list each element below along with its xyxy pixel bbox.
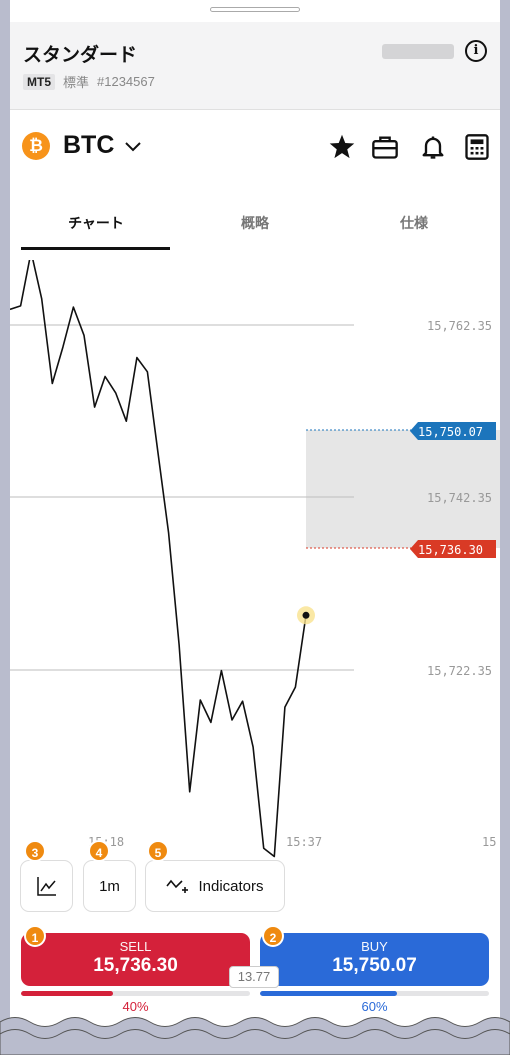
- tab-overview[interactable]: 概略: [180, 213, 330, 233]
- account-title: スタンダード: [23, 45, 138, 66]
- step-badge-4: 4: [88, 840, 110, 862]
- step-badge-3: 3: [24, 840, 46, 862]
- tab-bar: チャート 概略 仕様: [10, 205, 500, 251]
- price-label: 15,742.35: [427, 491, 492, 505]
- time-label: 15:37: [286, 835, 322, 849]
- timeframe-button[interactable]: 1m: [83, 860, 136, 912]
- last-price-point: [302, 611, 310, 619]
- price-label: 15,722.35: [427, 664, 492, 678]
- account-header: スタンダード MT5 標準 #1234567 i: [10, 22, 500, 110]
- chevron-down-icon[interactable]: [123, 136, 143, 156]
- sell-sentiment-fill: [21, 991, 113, 996]
- sell-price: 15,736.30: [93, 955, 178, 976]
- tab-chart[interactable]: チャート: [21, 213, 171, 233]
- indicators-label: Indicators: [198, 877, 264, 895]
- bell-icon[interactable]: [419, 133, 447, 161]
- drag-handle[interactable]: [210, 7, 300, 12]
- step-badge-5: 5: [147, 840, 169, 862]
- active-tab-indicator: [21, 247, 170, 250]
- buy-sentiment-fill: [260, 991, 398, 996]
- indicator-add-icon: [166, 879, 189, 893]
- buy-button[interactable]: BUY 15,750.07: [260, 933, 489, 986]
- price-series-line: [10, 260, 307, 858]
- chart-type-button[interactable]: [20, 860, 73, 912]
- star-icon[interactable]: [328, 133, 356, 161]
- platform-badge: MT5: [23, 73, 55, 90]
- indicators-button[interactable]: Indicators: [145, 860, 285, 912]
- time-label: 15: [482, 835, 496, 849]
- spread-zone: [306, 430, 500, 548]
- sell-label: SELL: [119, 939, 152, 954]
- account-type: 標準: [63, 75, 90, 90]
- info-icon[interactable]: i: [465, 40, 487, 62]
- step-badge-1: 1: [24, 925, 46, 947]
- sell-button[interactable]: SELL 15,736.30: [21, 933, 250, 986]
- symbol-name[interactable]: BTC: [63, 131, 114, 160]
- torn-edge: [0, 1017, 510, 1055]
- price-chart[interactable]: 15,762.35 15,742.35 15,722.35 15,750.07 …: [10, 260, 500, 860]
- buy-price: 15,750.07: [332, 955, 417, 976]
- step-badge-2: 2: [262, 925, 284, 947]
- bitcoin-icon: ₿: [22, 132, 50, 160]
- account-subtitle: MT5 標準 #1234567: [23, 72, 155, 91]
- ask-price-label: 15,750.07: [418, 425, 483, 439]
- buy-label: BUY: [361, 939, 388, 954]
- price-label: 15,762.35: [427, 319, 492, 333]
- symbol-row: ₿ BTC: [10, 126, 500, 170]
- hidden-balance: [382, 44, 454, 59]
- account-number: #1234567: [97, 74, 155, 89]
- sell-sentiment-bar: [21, 991, 250, 996]
- tab-specs[interactable]: 仕様: [339, 213, 489, 233]
- line-chart-icon: [36, 877, 56, 896]
- bid-price-label: 15,736.30: [418, 543, 483, 557]
- buy-sentiment-bar: [260, 991, 489, 996]
- timeframe-label: 1m: [99, 877, 120, 895]
- app-frame: スタンダード MT5 標準 #1234567 i ₿ BTC チャート 概略 仕…: [10, 0, 500, 1055]
- briefcase-icon[interactable]: [371, 133, 399, 161]
- spread-value: 13.77: [229, 966, 279, 988]
- calculator-icon[interactable]: [463, 133, 491, 161]
